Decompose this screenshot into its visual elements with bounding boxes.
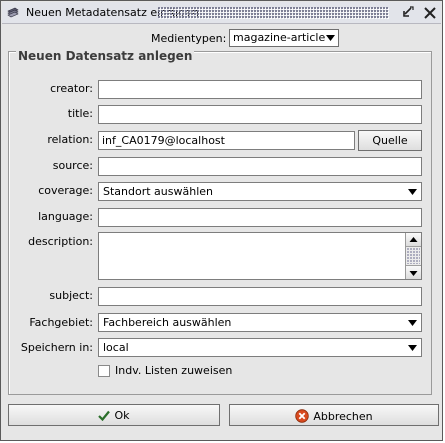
- scroll-down-button[interactable]: [406, 265, 421, 279]
- fachgebiet-value: Fachbereich auswählen: [103, 316, 232, 329]
- group-title: Neuen Datensatz anlegen: [16, 48, 195, 64]
- chevron-down-icon: [408, 345, 417, 351]
- cancel-button[interactable]: Abbrechen: [229, 404, 439, 426]
- subject-label: subject:: [49, 289, 93, 302]
- ok-button[interactable]: Ok: [8, 404, 220, 426]
- fachgebiet-label: Fachgebiet:: [29, 316, 93, 329]
- arrow-up-icon: [409, 237, 418, 242]
- cancel-label: Abbrechen: [313, 410, 373, 423]
- relation-label: relation:: [47, 133, 93, 146]
- scroll-thumb[interactable]: [407, 248, 420, 264]
- close-button[interactable]: [422, 5, 438, 21]
- quelle-button[interactable]: Quelle: [358, 130, 422, 151]
- title-bar[interactable]: Neuen Metadatensatz einfügen: [2, 2, 441, 24]
- indv-listen-checkbox[interactable]: [98, 365, 110, 377]
- description-scrollbar[interactable]: [405, 233, 421, 279]
- coverage-select[interactable]: Standort auswählen: [98, 182, 422, 201]
- title-field[interactable]: [98, 105, 422, 124]
- scroll-up-button[interactable]: [406, 233, 421, 247]
- creator-field[interactable]: [98, 80, 422, 99]
- dialog-window: Neuen Metadatensatz einfügen Medientypen…: [0, 0, 443, 441]
- media-type-select[interactable]: magazine-article: [229, 29, 339, 47]
- speichern-select[interactable]: local: [98, 338, 422, 357]
- title-grip: [158, 7, 389, 19]
- indv-listen-label: Indv. Listen zuweisen: [115, 364, 233, 377]
- speichern-label: Speichern in:: [20, 341, 93, 354]
- ok-button-content: Ok: [9, 409, 219, 423]
- language-label: language:: [38, 210, 93, 223]
- source-field[interactable]: [98, 157, 422, 176]
- coverage-label: coverage:: [38, 184, 93, 197]
- coverage-value: Standort auswählen: [103, 185, 213, 198]
- relation-value: inf_CA0179@localhost: [102, 134, 225, 147]
- ok-label: Ok: [114, 409, 130, 422]
- checkmark-icon: [98, 410, 111, 422]
- description-textarea[interactable]: [98, 232, 422, 280]
- chevron-down-icon: [408, 189, 417, 195]
- fachgebiet-select[interactable]: Fachbereich auswählen: [98, 313, 422, 332]
- restore-window-icon: [403, 6, 414, 17]
- subject-field[interactable]: [98, 287, 422, 306]
- document-stack-icon: [7, 7, 19, 18]
- speichern-value: local: [103, 341, 129, 354]
- language-field[interactable]: [98, 208, 422, 227]
- description-label: description:: [28, 235, 93, 248]
- chevron-down-icon: [326, 35, 335, 41]
- chevron-down-icon: [408, 320, 417, 326]
- arrow-down-icon: [409, 271, 418, 276]
- media-type-value: magazine-article: [233, 31, 326, 44]
- cancel-button-content: Abbrechen: [230, 409, 438, 424]
- relation-field[interactable]: inf_CA0179@localhost: [98, 131, 355, 150]
- creator-label: creator:: [50, 82, 93, 95]
- source-label: source:: [52, 159, 93, 172]
- cancel-circle-icon: [295, 409, 310, 423]
- title-label: title:: [67, 107, 93, 120]
- restore-button[interactable]: [400, 5, 416, 21]
- media-type-label: Medientypen:: [151, 32, 227, 45]
- close-icon: [424, 7, 436, 19]
